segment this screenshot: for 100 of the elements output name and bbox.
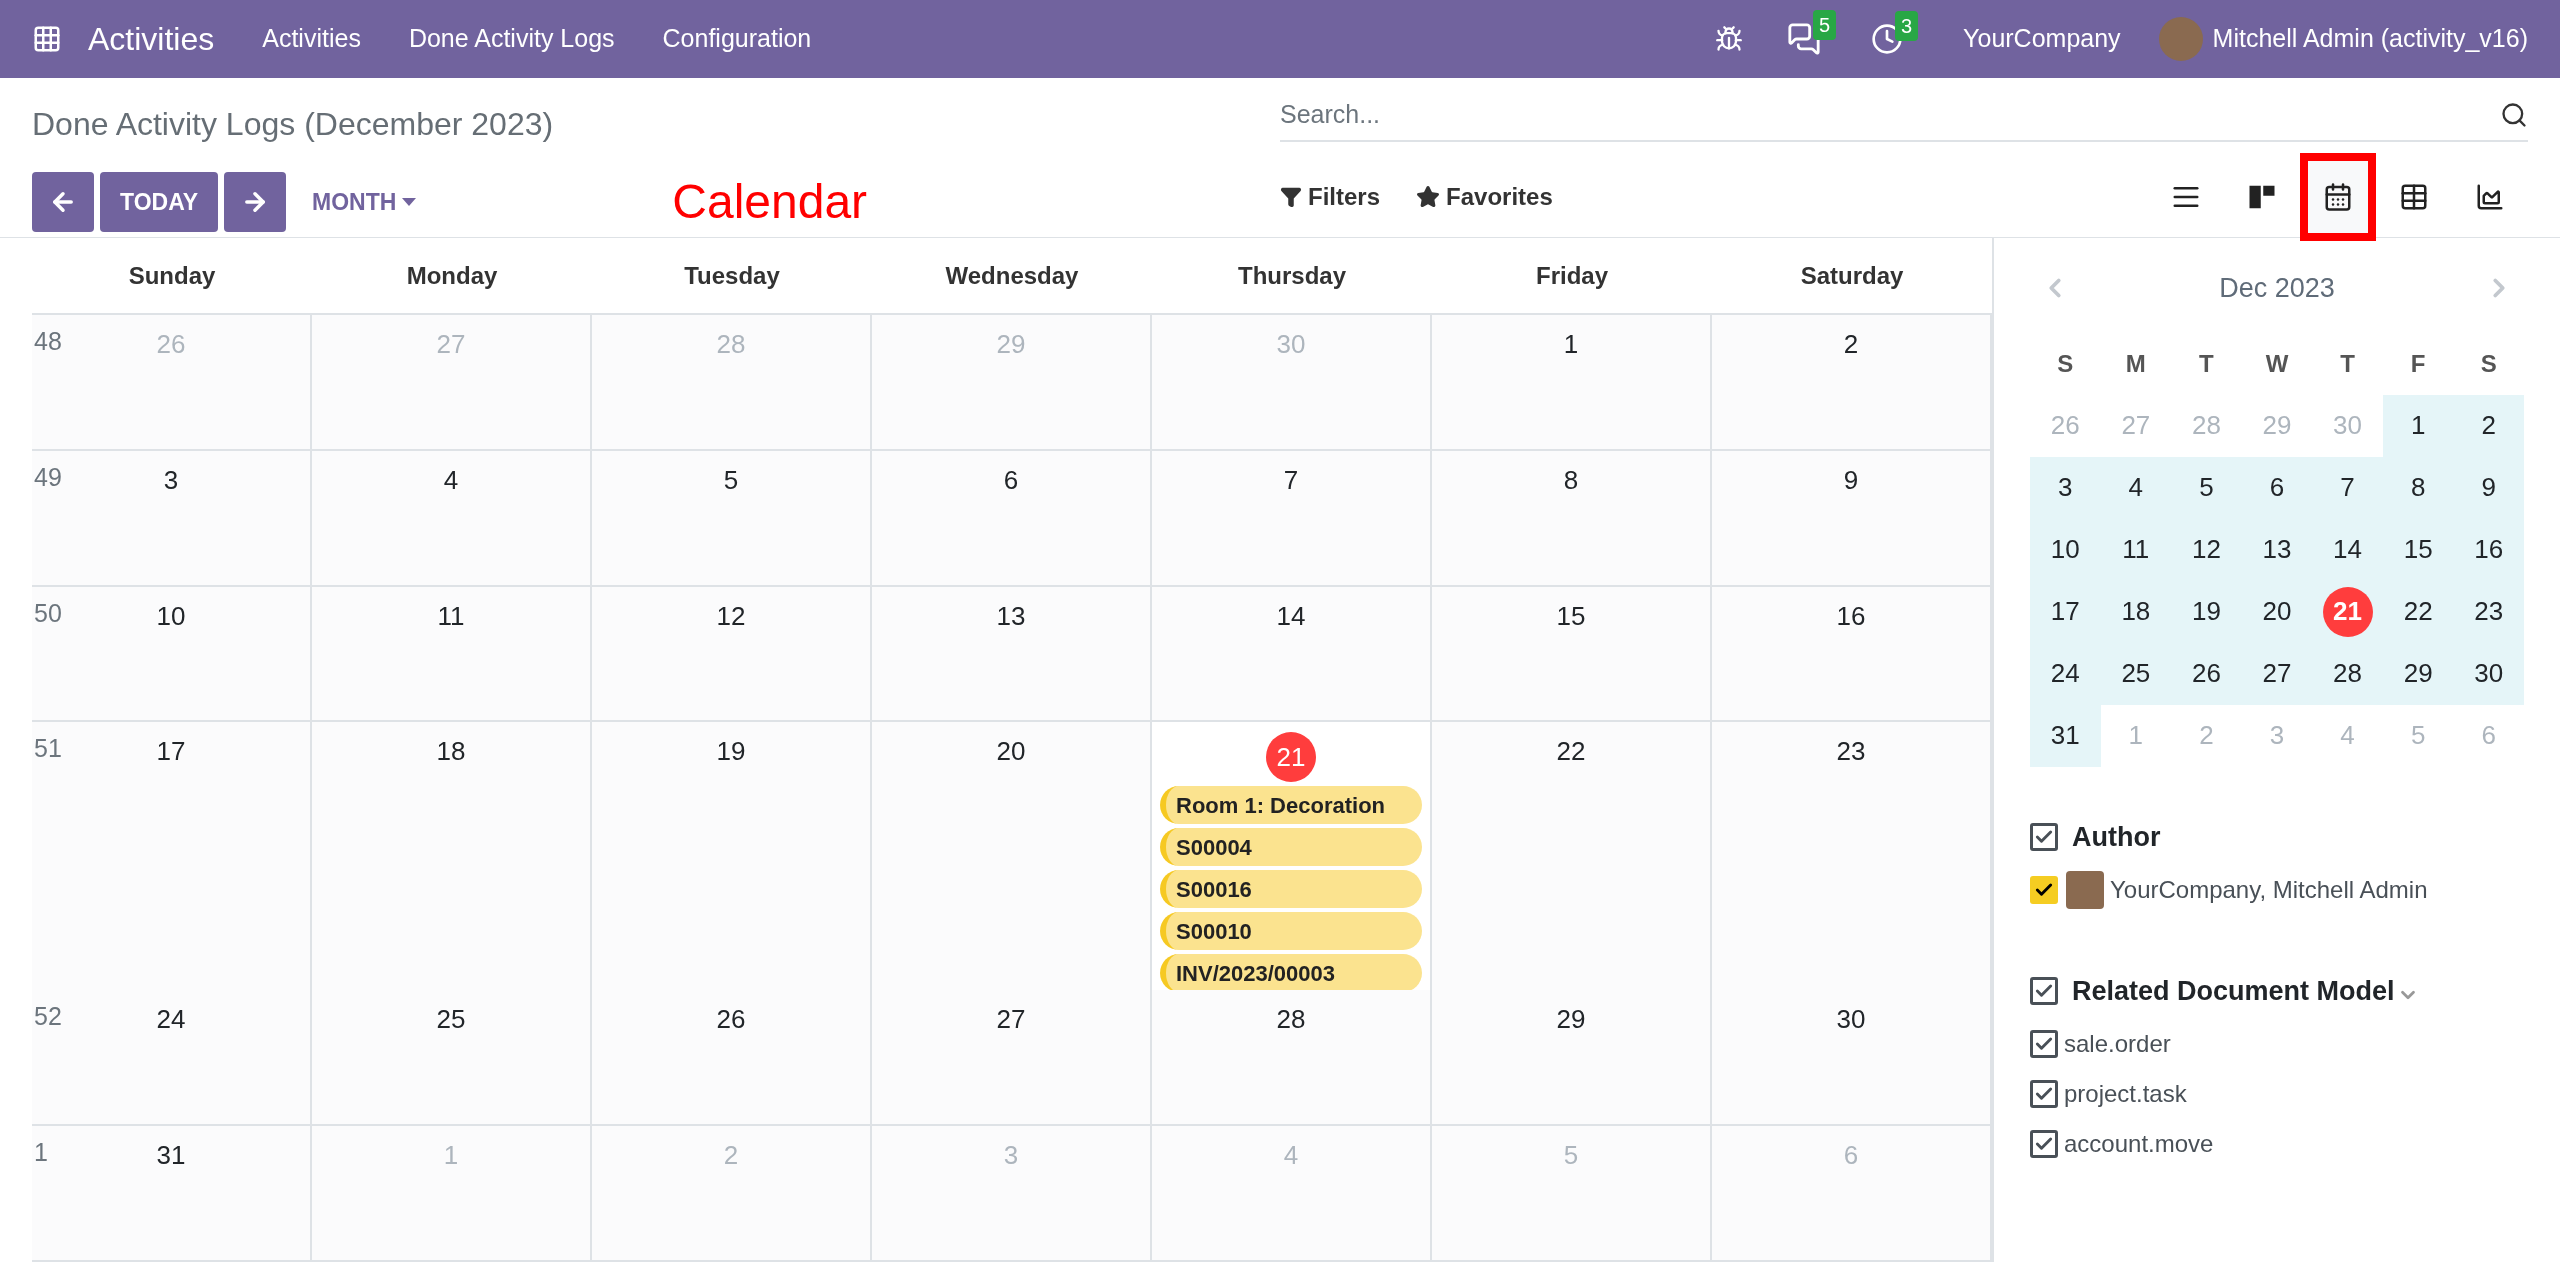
mini-calendar-day[interactable]: 3 bbox=[2058, 468, 2073, 507]
table-icon bbox=[2399, 182, 2429, 212]
day-number: 30 bbox=[1836, 1003, 1866, 1037]
day-cell[interactable]: 15 bbox=[1432, 586, 1712, 721]
day-cell[interactable]: 49 3 bbox=[32, 450, 312, 585]
day-cell[interactable]: 12 bbox=[592, 586, 872, 721]
day-cell[interactable]: 7 bbox=[1152, 450, 1432, 585]
day-cell[interactable]: 50 10 bbox=[32, 586, 312, 721]
day-cell[interactable]: 21 Room 1: Decoration S00004 S00016 S00010 INV/2023/00003 bbox=[1152, 722, 1432, 993]
mini-calendar-day[interactable]: 7 bbox=[2340, 468, 2355, 507]
weekday-header: Friday bbox=[1535, 260, 1609, 291]
avatar bbox=[2066, 871, 2104, 909]
mini-calendar-day[interactable]: 8 bbox=[2410, 468, 2426, 507]
filters-button[interactable]: Filters bbox=[1280, 179, 1381, 215]
mini-calendar-day[interactable]: 1 bbox=[2410, 406, 2426, 445]
day-cell[interactable]: 6 bbox=[872, 450, 1152, 585]
checkbox[interactable] bbox=[2030, 876, 2058, 904]
week-number: 51 bbox=[34, 733, 62, 765]
calendar-event[interactable]: S00016 bbox=[1160, 870, 1422, 909]
mini-calendar-day[interactable]: 4 bbox=[2128, 468, 2144, 507]
today-button[interactable]: TODAY bbox=[100, 172, 218, 232]
day-number: 29 bbox=[996, 328, 1026, 361]
star-icon bbox=[1416, 185, 1441, 209]
day-cell[interactable]: 51 17 bbox=[32, 722, 312, 993]
calendar-event[interactable]: S00010 bbox=[1160, 912, 1422, 951]
menu-link[interactable]: Configuration bbox=[662, 20, 812, 58]
day-number: 26 bbox=[716, 1003, 746, 1037]
day-cell[interactable]: 30 bbox=[1712, 990, 1992, 1125]
search-field[interactable]: Search... bbox=[1280, 96, 2500, 134]
day-cell[interactable]: 1 31 bbox=[32, 1126, 312, 1260]
day-cell[interactable]: 20 bbox=[872, 722, 1152, 993]
menu-link[interactable]: Done Activity Logs bbox=[408, 20, 615, 58]
day-cell[interactable]: 1 bbox=[1432, 315, 1712, 449]
day-number: 9 bbox=[1843, 463, 1859, 497]
day-cell[interactable]: 27 bbox=[872, 990, 1152, 1125]
checkbox[interactable] bbox=[2030, 822, 2058, 851]
day-number: 30 bbox=[1276, 328, 1306, 361]
search-icon[interactable] bbox=[2500, 101, 2528, 129]
day-number: 5 bbox=[1563, 1139, 1579, 1173]
day-number: 16 bbox=[1836, 599, 1866, 633]
mini-calendar-day[interactable]: 5 bbox=[2199, 468, 2214, 507]
user-menu[interactable]: Mitchell Admin (activity_v16) bbox=[2212, 20, 2528, 58]
day-number: 11 bbox=[437, 599, 465, 633]
checkbox[interactable] bbox=[2030, 1129, 2058, 1158]
calendar-icon bbox=[2323, 182, 2353, 212]
apps-menu-icon[interactable] bbox=[32, 24, 62, 54]
day-number: 23 bbox=[1836, 735, 1866, 769]
day-cell[interactable]: 9 bbox=[1712, 450, 1992, 585]
day-cell[interactable]: 11 bbox=[312, 586, 592, 721]
chat-icon[interactable] bbox=[1787, 22, 1822, 56]
day-cell[interactable]: 5 bbox=[592, 450, 872, 585]
mini-calendar-day[interactable]: 6 bbox=[2269, 468, 2285, 507]
day-cell[interactable]: 22 bbox=[1432, 722, 1712, 993]
previous-button[interactable] bbox=[32, 172, 94, 232]
day-cell[interactable]: 16 bbox=[1712, 586, 1992, 721]
filter-section-title: Author bbox=[2072, 820, 2161, 854]
checkbox[interactable] bbox=[2030, 977, 2058, 1006]
favorites-button[interactable]: Favorites bbox=[1416, 179, 1553, 215]
scale-dropdown[interactable]: MONTH bbox=[312, 184, 417, 220]
day-cell[interactable]: 26 bbox=[592, 990, 872, 1125]
day-cell[interactable]: 2 bbox=[1712, 315, 1992, 449]
checkbox[interactable] bbox=[2030, 1029, 2058, 1058]
day-cell[interactable]: 8 bbox=[1432, 450, 1712, 585]
calendar-event[interactable]: INV/2023/00003 bbox=[1160, 954, 1422, 993]
next-button[interactable] bbox=[224, 172, 286, 232]
bug-icon[interactable] bbox=[1715, 25, 1744, 53]
day-number: 26 bbox=[156, 328, 186, 361]
day-number: 27 bbox=[996, 1003, 1026, 1037]
menu-link[interactable]: Activities bbox=[262, 20, 361, 58]
day-cell[interactable]: 48 26 bbox=[32, 315, 312, 449]
area-chart-icon bbox=[2475, 182, 2505, 212]
day-cell[interactable]: 23 bbox=[1712, 722, 1992, 993]
checkbox[interactable] bbox=[2030, 1079, 2058, 1108]
day-cell[interactable]: 13 bbox=[872, 586, 1152, 721]
day-cell[interactable]: 14 bbox=[1152, 586, 1432, 721]
mini-calendar-day[interactable]: 21 bbox=[2322, 586, 2373, 637]
day-cell[interactable]: 19 bbox=[592, 722, 872, 993]
day-number: 13 bbox=[996, 599, 1026, 633]
view-switch-button[interactable] bbox=[2300, 153, 2376, 241]
day-cell[interactable]: 18 bbox=[312, 722, 592, 993]
mini-calendar-day[interactable]: 2 bbox=[2481, 406, 2496, 445]
day-number: 7 bbox=[1283, 463, 1299, 497]
weekday-header: Saturday bbox=[1799, 260, 1905, 291]
app-title[interactable]: Activities bbox=[88, 15, 215, 63]
calendar-event[interactable]: Room 1: Decoration bbox=[1160, 786, 1422, 825]
day-number: 27 bbox=[436, 328, 466, 361]
day-cell[interactable]: 28 bbox=[1152, 990, 1432, 1125]
day-cell[interactable]: 29 bbox=[1432, 990, 1712, 1125]
day-cell[interactable]: 4 bbox=[312, 450, 592, 585]
day-number: 22 bbox=[1556, 735, 1586, 769]
day-number: 6 bbox=[1003, 463, 1019, 497]
week-number: 50 bbox=[34, 597, 62, 629]
clock-icon[interactable] bbox=[1871, 23, 1904, 55]
day-cell[interactable]: 25 bbox=[312, 990, 592, 1125]
mini-calendar-day[interactable]: 9 bbox=[2481, 468, 2496, 507]
day-cell[interactable]: 52 24 bbox=[32, 990, 312, 1125]
calendar-event[interactable]: S00004 bbox=[1160, 828, 1422, 867]
company-switcher[interactable]: YourCompany bbox=[1963, 20, 2121, 58]
day-number: 17 bbox=[156, 735, 186, 769]
day-number: 2 bbox=[1843, 328, 1859, 361]
